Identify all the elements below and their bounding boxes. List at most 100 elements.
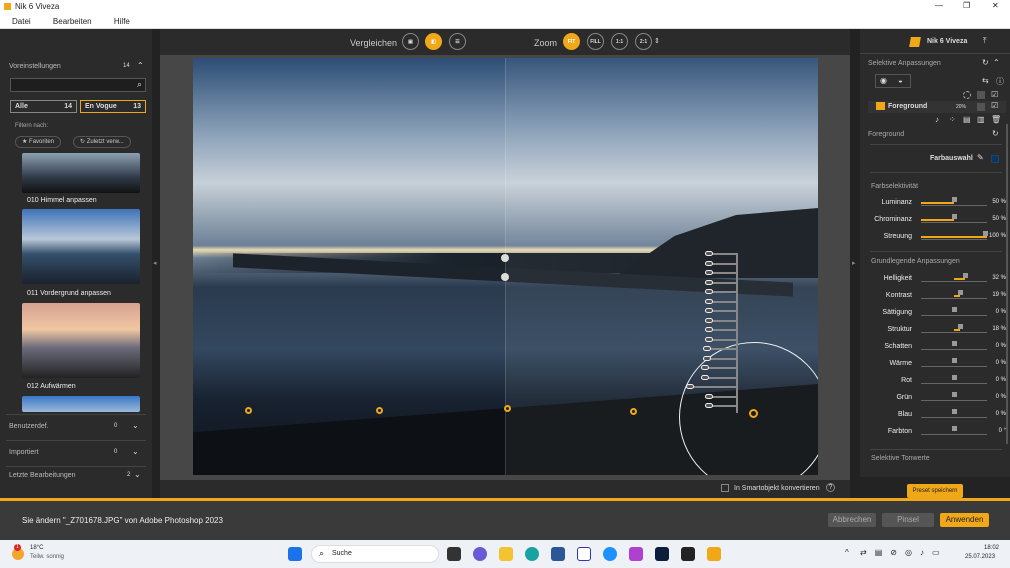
menu-hilfe[interactable]: Hilfe: [114, 17, 130, 26]
section-letzte-bearbeitungen[interactable]: Letzte Bearbeitungen: [9, 472, 76, 479]
task-view-icon[interactable]: [447, 547, 461, 561]
slider-sättigung[interactable]: Sättigung 0 %: [860, 306, 1010, 322]
close-button[interactable]: ✕: [992, 1, 999, 10]
collapse-icon[interactable]: ⌃: [137, 61, 144, 70]
preset-label[interactable]: 010 Himmel anpassen: [27, 197, 97, 204]
visibility-checkbox[interactable]: ☑: [991, 101, 998, 110]
compare-split-icon[interactable]: ◧: [425, 33, 442, 50]
taskbar-search[interactable]: ⌕ Suche: [311, 545, 439, 563]
point-slider-handle[interactable]: [686, 384, 694, 389]
filter-favorites[interactable]: ★ Favoriten: [15, 136, 62, 148]
slider-farbton[interactable]: Farbton 0 °: [860, 425, 1010, 441]
tab-alle[interactable]: Alle 14: [10, 100, 77, 113]
app-icon[interactable]: [577, 547, 591, 561]
collapse-top-icon[interactable]: ⤒: [983, 36, 987, 46]
preset-thumb-013[interactable]: [22, 396, 140, 412]
point-slider-handle[interactable]: [705, 336, 713, 342]
bridge-icon[interactable]: [681, 547, 695, 561]
help-icon[interactable]: ?: [826, 483, 835, 492]
slider-struktur[interactable]: Struktur 18 %: [860, 323, 1010, 339]
edge-icon[interactable]: [525, 547, 539, 561]
split-handle[interactable]: [501, 273, 509, 281]
store-icon[interactable]: [551, 547, 565, 561]
active-control-point[interactable]: [749, 409, 758, 418]
slider-handle[interactable]: [952, 341, 957, 346]
left-panel-toggle[interactable]: ◂: [152, 29, 160, 498]
point-slider-handle[interactable]: [705, 289, 713, 294]
slider-grün[interactable]: Grün 0 %: [860, 391, 1010, 407]
photoshop-icon[interactable]: [655, 547, 669, 561]
point-slider-handle[interactable]: [705, 298, 713, 304]
compare-side-icon[interactable]: ▣: [402, 33, 419, 50]
menu-datei[interactable]: Datei: [12, 17, 31, 26]
zoom-1-1-button[interactable]: 1:1: [611, 33, 628, 50]
point-slider-handle[interactable]: [705, 270, 713, 275]
slider-chrominanz[interactable]: Chrominanz 50 %: [860, 213, 1010, 229]
slider-kontrast[interactable]: Kontrast 19 %: [860, 289, 1010, 305]
slider-handle[interactable]: [952, 409, 957, 414]
slider-handle[interactable]: [952, 392, 957, 397]
reset-icon[interactable]: ↻: [982, 58, 989, 67]
slider-helligkeit[interactable]: Helligkeit 32 %: [860, 272, 1010, 288]
slider-handle[interactable]: [958, 290, 964, 295]
slider-handle[interactable]: [983, 231, 988, 236]
help-icon[interactable]: ⓘ: [996, 76, 1004, 87]
smart-object-checkbox[interactable]: [721, 484, 729, 492]
photo-preview[interactable]: ST SchwST SchST MiST SpHBGRWäSchStStKoHe…: [193, 58, 818, 475]
layer-opacity[interactable]: 20%: [956, 104, 966, 110]
scrollbar[interactable]: [1006, 124, 1008, 444]
menu-bearbeiten[interactable]: Bearbeiten: [53, 17, 92, 26]
viveza-taskbar-icon[interactable]: [707, 547, 721, 561]
add-brush-icon[interactable]: ◒: [898, 76, 903, 85]
filter-recent[interactable]: ↻ Zuletzt verw...: [73, 136, 131, 148]
app-icon[interactable]: [603, 547, 617, 561]
slider-handle[interactable]: [952, 375, 957, 380]
point-slider-handle[interactable]: [705, 308, 713, 313]
save-preset-button[interactable]: Preset speichern: [907, 484, 963, 498]
tab-en-vogue[interactable]: En Vogue 13: [80, 100, 146, 113]
clock-time[interactable]: 18:02: [984, 545, 999, 551]
slider-schatten[interactable]: Schatten 0 %: [860, 340, 1010, 356]
delete-icon[interactable]: 🗑: [991, 115, 1001, 124]
preset-label[interactable]: 011 Vordergrund anpassen: [27, 290, 111, 297]
zoom-2-1-button[interactable]: 2:1: [635, 33, 652, 50]
control-point[interactable]: [245, 407, 252, 414]
point-slider-handle[interactable]: [705, 327, 713, 332]
right-panel-toggle[interactable]: ▸: [850, 29, 860, 498]
point-slider-handle[interactable]: [705, 260, 713, 266]
control-point[interactable]: [630, 408, 637, 415]
maximize-button[interactable]: ❐: [963, 1, 970, 10]
preset-search-input[interactable]: ⌕: [10, 78, 146, 92]
layer-row-foreground[interactable]: Foreground 20% ☑: [868, 101, 1006, 113]
point-slider-handle[interactable]: [703, 346, 711, 351]
visibility-checkbox[interactable]: ☑: [991, 90, 998, 99]
duplicate-icon[interactable]: ⁘: [949, 115, 956, 124]
point-slider-handle[interactable]: [705, 393, 713, 399]
slider-blau[interactable]: Blau 0 %: [860, 408, 1010, 424]
mask-toggle[interactable]: [977, 103, 985, 111]
slider-streuung[interactable]: Streuung 100 %: [860, 230, 1010, 246]
color-swatch[interactable]: [991, 155, 999, 163]
split-handle[interactable]: [501, 254, 509, 262]
start-icon[interactable]: [288, 547, 302, 561]
group-icon[interactable]: ▤: [963, 115, 971, 124]
tray-chevron-icon[interactable]: ^: [845, 548, 849, 557]
chevron-down-icon[interactable]: ⌄: [132, 421, 139, 430]
collapse-icon[interactable]: ⌃: [993, 58, 1000, 67]
chevron-down-icon[interactable]: ⌄: [132, 447, 139, 456]
point-slider-handle[interactable]: [705, 403, 713, 408]
chevron-down-icon[interactable]: ⌄: [134, 470, 141, 479]
slider-handle[interactable]: [952, 307, 957, 312]
preset-thumb-012[interactable]: [22, 303, 140, 378]
slider-handle[interactable]: [952, 358, 957, 363]
eyedropper-icon[interactable]: ✎: [977, 153, 984, 162]
section-benutzerdef[interactable]: Benutzerdef.: [9, 423, 49, 430]
apply-button[interactable]: Anwenden: [940, 513, 989, 527]
zoom-fit-button[interactable]: FIT: [563, 33, 580, 50]
point-slider-handle[interactable]: [701, 374, 709, 380]
preset-thumb-010[interactable]: [22, 153, 140, 193]
affinity-icon[interactable]: [629, 547, 643, 561]
point-slider-handle[interactable]: [701, 365, 709, 370]
mask-toggle[interactable]: [977, 91, 985, 99]
slider-handle[interactable]: [957, 324, 963, 329]
